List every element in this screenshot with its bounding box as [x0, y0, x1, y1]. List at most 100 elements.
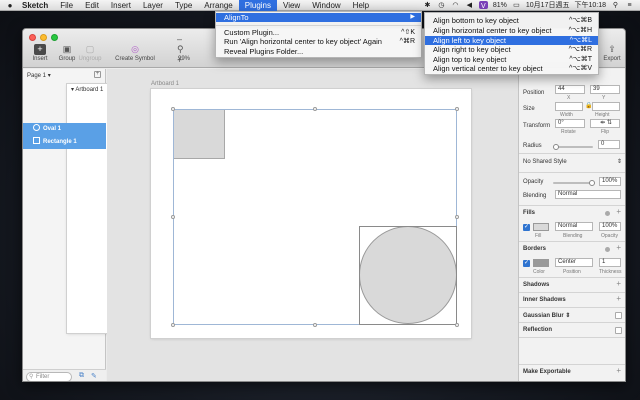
menu-item-alignto[interactable]: AlignTo ▶	[216, 13, 421, 22]
inspector-panel: Position 44 39 X Y Size 🔒 Width Height T…	[518, 69, 625, 381]
align-right-label: Align right to key object	[433, 45, 511, 54]
zoom-control[interactable]: – ⚲ + 99%	[169, 33, 199, 65]
bluetooth-icon[interactable]: ✱	[423, 2, 432, 9]
gaussian-blur-checkbox[interactable]	[615, 312, 622, 319]
add-page-button[interactable]: +	[94, 71, 101, 78]
radius-field[interactable]: 0	[598, 140, 620, 149]
shared-style-select[interactable]: No Shared Style	[523, 159, 567, 165]
divider	[519, 364, 625, 365]
battery-percent[interactable]: 81%	[493, 0, 507, 11]
artboard[interactable]	[151, 89, 471, 338]
menu-insert[interactable]: Insert	[105, 0, 137, 11]
border-color-swatch[interactable]	[533, 259, 549, 267]
radius-slider[interactable]	[553, 146, 593, 148]
fill-color-swatch[interactable]	[533, 223, 549, 231]
height-field[interactable]	[592, 102, 620, 111]
menu-item-custom-plugin[interactable]: Custom Plugin... ^⇧K	[216, 28, 421, 37]
flip-buttons[interactable]: ⇹ ⇅	[590, 119, 620, 128]
menu-window[interactable]: Window	[306, 0, 346, 11]
menu-item-align-horizontal-center[interactable]: Align horizontal center to key object ^⌥…	[425, 26, 598, 35]
menu-item-align-right[interactable]: Align right to key object ^⌥⌘R	[425, 45, 598, 54]
resize-handle[interactable]	[171, 107, 175, 111]
style-dropdown-icon[interactable]: ⇕	[617, 158, 622, 165]
resize-handle[interactable]	[313, 323, 317, 327]
filter-input[interactable]: ⚲ Filter	[26, 372, 72, 381]
divider	[519, 337, 625, 338]
apple-menu-icon[interactable]: ●	[4, 1, 16, 10]
add-border-button[interactable]: +	[616, 243, 621, 252]
export-button[interactable]: ⇪ Export	[597, 43, 625, 63]
menu-layer[interactable]: Layer	[137, 0, 169, 11]
page-selector[interactable]: Page 1 ▾	[27, 72, 51, 79]
fill-blend-select[interactable]: Normal	[555, 222, 593, 231]
menu-item-align-vertical-center[interactable]: Align vertical center to key object ^⌥⌘V	[425, 64, 598, 73]
resize-handle[interactable]	[313, 107, 317, 111]
add-inner-shadow-button[interactable]: +	[616, 294, 621, 303]
create-symbol-button[interactable]: ◎ Create Symbol	[115, 43, 155, 63]
menu-file[interactable]: File	[54, 0, 79, 11]
opacity-field[interactable]: 100%	[599, 177, 621, 186]
resize-handle[interactable]	[171, 215, 175, 219]
shared-style-value: No Shared Style	[523, 159, 567, 165]
menu-item-run-again[interactable]: Run 'Align horizontal center to key obje…	[216, 37, 421, 46]
zoom-value: 99%	[177, 56, 190, 62]
x-field[interactable]: 44	[555, 85, 585, 94]
date-label[interactable]: 10月17日週五	[526, 0, 570, 11]
export-layers-icon[interactable]: ⧉	[79, 372, 84, 380]
resize-handle[interactable]	[171, 323, 175, 327]
wifi-icon[interactable]: ◠	[451, 2, 460, 9]
add-fill-button[interactable]: +	[616, 207, 621, 216]
resize-handle[interactable]	[455, 107, 459, 111]
volume-icon[interactable]: ◀	[465, 2, 474, 9]
add-shadow-button[interactable]: +	[616, 279, 621, 288]
menu-sketch[interactable]: Sketch	[16, 0, 54, 11]
layer-rectangle[interactable]: Rectangle 1	[23, 136, 106, 149]
make-exportable-button[interactable]: +	[616, 366, 621, 375]
blending-select[interactable]: Normal	[555, 190, 621, 199]
y-field[interactable]: 39	[590, 85, 620, 94]
menu-item-align-top[interactable]: Align top to key object ^⌥⌘T	[425, 55, 598, 64]
resize-handle[interactable]	[455, 215, 459, 219]
rotate-field[interactable]: 0°	[555, 119, 585, 128]
border-checkbox[interactable]: ✓	[523, 260, 530, 267]
zoom-icon: – ⚲ +	[177, 33, 184, 65]
notification-center-icon[interactable]: ≡	[625, 2, 634, 9]
menu-item-align-bottom[interactable]: Align bottom to key object ^⌥⌘B	[425, 16, 598, 25]
vpn-icon[interactable]: V	[478, 1, 488, 10]
gaussian-blur-select[interactable]: Gaussian Blur ⇕	[523, 312, 570, 319]
maximize-window-button[interactable]	[51, 34, 58, 41]
resize-handle[interactable]	[455, 323, 459, 327]
menu-plugins[interactable]: Plugins	[238, 0, 278, 11]
menu-item-reveal-plugins[interactable]: Reveal Plugins Folder...	[216, 47, 421, 56]
border-thickness-field[interactable]: 1	[599, 258, 621, 267]
borders-options-icon[interactable]	[605, 247, 610, 252]
ungroup-button[interactable]: ▢ Ungroup	[75, 43, 105, 63]
width-field[interactable]	[555, 102, 583, 111]
battery-icon[interactable]: ▭	[512, 2, 521, 9]
radius-slider-knob[interactable]	[553, 144, 559, 150]
border-position-select[interactable]: Center	[555, 258, 593, 267]
close-window-button[interactable]	[29, 34, 36, 41]
fills-options-icon[interactable]	[605, 211, 610, 216]
fill-checkbox[interactable]: ✓	[523, 224, 530, 231]
time-label[interactable]: 下午10:18	[574, 0, 606, 11]
canvas[interactable]: Artboard 1	[107, 69, 518, 381]
layer-oval[interactable]: Oval 1	[23, 123, 106, 136]
border-position-sub-label: Position	[563, 269, 581, 275]
menu-type[interactable]: Type	[169, 0, 198, 11]
fill-opacity-field[interactable]: 100%	[599, 222, 621, 231]
minimize-window-button[interactable]	[40, 34, 47, 41]
menu-edit[interactable]: Edit	[79, 0, 105, 11]
menu-arrange[interactable]: Arrange	[198, 0, 238, 11]
opacity-slider-knob[interactable]	[589, 180, 595, 186]
edit-layers-icon[interactable]: ✎	[91, 372, 97, 380]
reflection-checkbox[interactable]	[615, 327, 622, 334]
insert-button[interactable]: + Insert	[25, 43, 55, 62]
menu-help[interactable]: Help	[347, 0, 375, 11]
artboard-title[interactable]: Artboard 1	[151, 81, 179, 87]
spotlight-icon[interactable]: ⚲	[611, 2, 620, 9]
menu-view[interactable]: View	[277, 0, 306, 11]
oval-icon	[33, 124, 40, 131]
clock-icon[interactable]: ◷	[437, 2, 446, 9]
menu-item-align-left[interactable]: Align left to key object ^⌥⌘L	[425, 36, 598, 45]
